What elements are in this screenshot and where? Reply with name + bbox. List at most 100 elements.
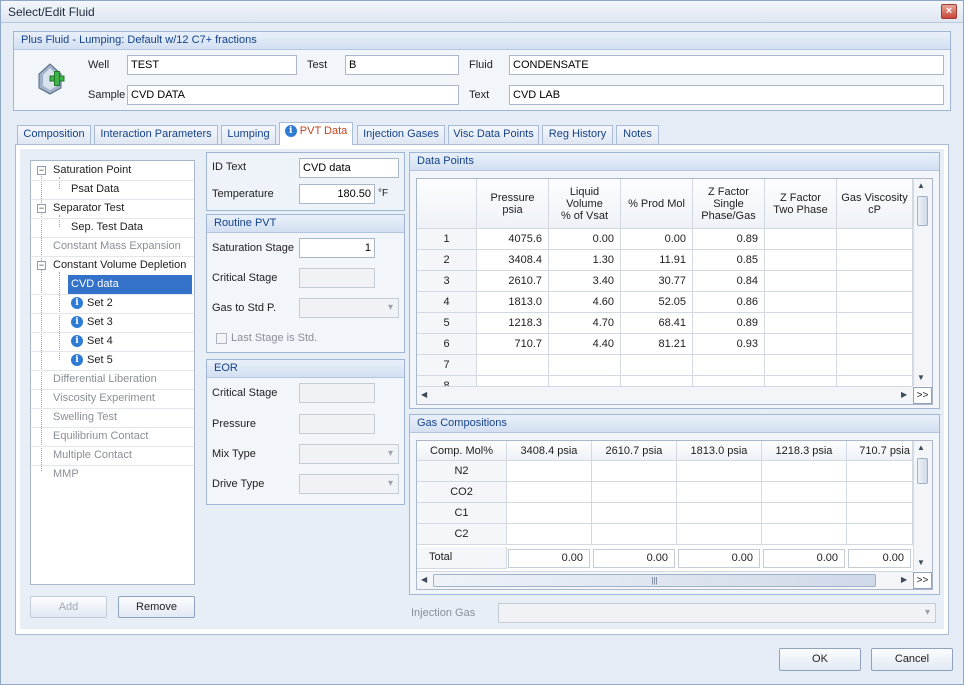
close-button[interactable]: × [941,4,957,19]
grid-cell[interactable] [847,482,913,503]
more-columns-button[interactable]: >> [913,387,932,404]
grid-cell[interactable] [762,503,847,524]
column-header[interactable]: 710.7 psia [847,441,913,461]
tree-item-set-4[interactable]: Set 4 [87,332,113,351]
grid-cell[interactable] [837,334,913,355]
grid-cell[interactable]: 0.00 [549,229,621,250]
column-header[interactable]: 3408.4 psia [507,441,592,461]
grid-cell[interactable] [549,355,621,376]
grid-cell[interactable] [762,461,847,482]
scroll-thumb[interactable] [917,458,928,484]
tree-item-multiple-contact[interactable]: Multiple Contact [53,446,132,465]
grid-cell[interactable]: 3408.4 [477,250,549,271]
grid-cell[interactable] [592,482,677,503]
tab-composition[interactable]: Composition [17,125,91,144]
scroll-thumb[interactable]: ||| [433,574,876,587]
well-field[interactable]: TEST [127,55,297,75]
grid-cell[interactable] [765,334,837,355]
grid-cell[interactable] [765,292,837,313]
tree-item-saturation-point[interactable]: Saturation Point [53,161,131,180]
grid-cell[interactable]: 0.93 [693,334,765,355]
grid-cell[interactable] [507,461,592,482]
scroll-thumb[interactable] [917,196,928,226]
scroll-down-icon[interactable]: ▼ [917,373,925,382]
grid-cell[interactable] [677,461,762,482]
injection-gas-select[interactable] [498,603,936,623]
ok-button[interactable]: OK [779,648,861,671]
grid-cell[interactable] [837,355,913,376]
grid-cell[interactable]: 81.21 [621,334,693,355]
grid-cell[interactable] [507,524,592,545]
column-header[interactable]: Pressure psia [477,179,549,229]
grid-cell[interactable]: 68.41 [621,313,693,334]
grid-cell[interactable] [847,524,913,545]
horizontal-scrollbar[interactable]: ◀ ▶ [417,386,913,404]
tree-item-swelling-test[interactable]: Swelling Test [53,408,117,427]
column-header[interactable]: 1813.0 psia [677,441,762,461]
test-field[interactable]: B [345,55,459,75]
tree-item-psat-data[interactable]: Psat Data [71,180,119,199]
grid-cell[interactable] [592,524,677,545]
grid-cell[interactable]: 2610.7 [477,271,549,292]
grid-cell[interactable]: 0.89 [693,313,765,334]
grid-cell[interactable] [762,482,847,503]
grid-cell[interactable] [507,503,592,524]
column-header[interactable]: 2610.7 psia [592,441,677,461]
cancel-button[interactable]: Cancel [871,648,953,671]
tree-item-mmp[interactable]: MMP [53,465,79,484]
scroll-down-icon[interactable]: ▼ [917,558,925,567]
grid-cell[interactable]: 1.30 [549,250,621,271]
grid-cell[interactable]: 0.86 [693,292,765,313]
grid-cell[interactable] [592,503,677,524]
scroll-left-icon[interactable]: ◀ [421,575,427,584]
tab-pvt-data[interactable]: i PVT Data [279,122,353,145]
grid-cell[interactable] [677,524,762,545]
id-text-field[interactable]: CVD data [299,158,399,178]
scroll-right-icon[interactable]: ▶ [901,390,907,399]
tree-item-set-5[interactable]: Set 5 [87,351,113,370]
tree-item-set-3[interactable]: Set 3 [87,313,113,332]
grid-cell[interactable] [765,313,837,334]
grid-cell[interactable] [847,503,913,524]
more-columns-button[interactable]: >> [913,572,932,589]
grid-cell[interactable] [762,524,847,545]
collapse-toggle-icon[interactable]: − [37,204,46,213]
tree-item-separator-test[interactable]: Separator Test [53,199,124,218]
grid-cell[interactable] [507,482,592,503]
grid-cell[interactable] [837,271,913,292]
tab-injection-gases[interactable]: Injection Gases [357,125,445,144]
horizontal-scrollbar[interactable]: ◀ ||| ▶ [417,571,913,589]
tree-item-differential-liberation[interactable]: Differential Liberation [53,370,157,389]
grid-cell[interactable]: 1813.0 [477,292,549,313]
column-header[interactable]: Z Factor Single Phase/Gas [693,179,765,229]
grid-cell[interactable] [765,355,837,376]
grid-cell[interactable] [837,250,913,271]
grid-cell[interactable]: 4.40 [549,334,621,355]
grid-cell[interactable] [621,355,693,376]
grid-cell[interactable] [477,355,549,376]
tree-item-constant-volume-depletion[interactable]: Constant Volume Depletion [53,256,186,275]
row-header[interactable]: 3 [417,271,477,292]
tree-item-viscosity-experiment[interactable]: Viscosity Experiment [53,389,155,408]
grid-cell[interactable] [765,250,837,271]
grid-cell[interactable]: 3.40 [549,271,621,292]
collapse-toggle-icon[interactable]: − [37,261,46,270]
tab-notes[interactable]: Notes [616,125,659,144]
grid-cell[interactable]: 30.77 [621,271,693,292]
sample-field[interactable]: CVD DATA [127,85,459,105]
grid-cell[interactable]: 4.70 [549,313,621,334]
grid-cell[interactable]: 11.91 [621,250,693,271]
grid-cell[interactable] [847,461,913,482]
collapse-toggle-icon[interactable]: − [37,166,46,175]
add-button[interactable]: Add [30,596,107,618]
eor-pressure-field[interactable] [299,414,375,434]
tab-lumping[interactable]: Lumping [221,125,276,144]
row-header[interactable]: 5 [417,313,477,334]
grid-cell[interactable]: 710.7 [477,334,549,355]
row-header[interactable]: 4 [417,292,477,313]
grid-cell[interactable]: 4075.6 [477,229,549,250]
mix-type-select[interactable] [299,444,399,464]
grid-cell[interactable]: 4.60 [549,292,621,313]
grid-cell[interactable] [765,229,837,250]
grid-cell[interactable] [765,271,837,292]
